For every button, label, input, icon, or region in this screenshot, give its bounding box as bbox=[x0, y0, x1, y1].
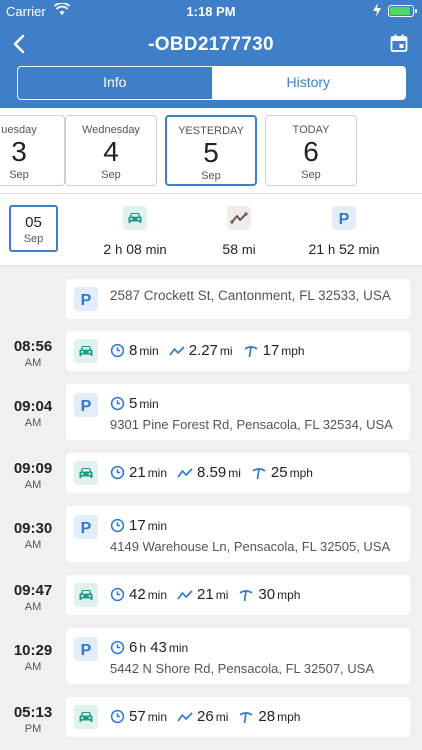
route-icon bbox=[177, 467, 193, 478]
parking-icon: P bbox=[74, 393, 98, 417]
parking-card[interactable]: P 2587 Crockett St, Cantonment, FL 32533… bbox=[66, 279, 410, 319]
drive-stats: 57 min 26 mi 28 mph bbox=[110, 708, 310, 725]
tab-bar: Info History bbox=[17, 66, 406, 100]
day-card-tuesday[interactable]: uesday 3 Sep bbox=[0, 115, 65, 186]
parking-card[interactable]: P 17 min 4149 Warehouse Ln, Pensacola, FL… bbox=[66, 506, 410, 562]
tab-info[interactable]: Info bbox=[18, 67, 212, 99]
summary-date-badge: 05 Sep bbox=[9, 205, 58, 252]
parking-icon: P bbox=[74, 637, 98, 661]
clock-icon bbox=[110, 396, 125, 411]
route-icon bbox=[169, 345, 185, 356]
page-title: -OBD2177730 bbox=[148, 34, 274, 55]
parking-card[interactable]: P 6h 43 min 5442 N Shore Rd, Pensacola, F… bbox=[66, 628, 410, 684]
clock-icon bbox=[110, 640, 125, 655]
speed-icon bbox=[244, 345, 258, 357]
drive-card[interactable]: 42 min 21 mi 30 mph bbox=[66, 575, 410, 615]
event-time: 08:56 AM bbox=[13, 338, 53, 369]
battery-icon bbox=[388, 5, 417, 17]
day-summary: 05 Sep 2 h 08 min 58 mi P 21 h 52 min bbox=[0, 194, 422, 266]
header-bar: Carrier 1:18 PM -OBD2177730 Info History bbox=[0, 0, 422, 108]
day-card-yesterday[interactable]: YESTERDAY 5 Sep bbox=[165, 115, 257, 186]
charging-icon bbox=[373, 3, 381, 17]
parking-icon: P bbox=[332, 206, 356, 230]
parking-card[interactable]: P 5 min 9301 Pine Forest Rd, Pensacola, F… bbox=[66, 384, 410, 440]
speed-icon bbox=[239, 711, 253, 723]
parking-icon: P bbox=[74, 515, 98, 539]
summary-distance: 58 mi bbox=[212, 206, 266, 257]
parking-duration: 17 min bbox=[110, 517, 177, 534]
drive-stats: 21 min 8.59 mi 25 mph bbox=[110, 464, 323, 481]
parking-duration: 6h 43 min bbox=[110, 639, 198, 656]
speed-icon bbox=[252, 467, 266, 479]
summary-parking-time: P 21 h 52 min bbox=[300, 206, 388, 257]
date-strip[interactable]: uesday 3 Sep Wednesday 4 Sep YESTERDAY 5… bbox=[0, 108, 422, 194]
calendar-icon[interactable] bbox=[390, 34, 408, 52]
event-time: 05:13 PM bbox=[13, 704, 53, 735]
parking-address: 5442 N Shore Rd, Pensacola, FL 32507, US… bbox=[110, 661, 375, 676]
summary-drive-time: 2 h 08 min bbox=[98, 206, 172, 257]
drive-card[interactable]: 8 min 2.27 mi 17 mph bbox=[66, 331, 410, 371]
route-icon bbox=[177, 589, 193, 600]
event-time: 09:30 AM bbox=[13, 520, 53, 551]
car-icon bbox=[74, 705, 98, 729]
clock-icon bbox=[110, 343, 125, 358]
parking-icon: P bbox=[74, 287, 98, 311]
svg-text:P: P bbox=[81, 398, 92, 415]
drive-stats: 42 min 21 mi 30 mph bbox=[110, 586, 310, 603]
svg-text:P: P bbox=[339, 211, 350, 228]
event-time: 09:04 AM bbox=[13, 398, 53, 429]
route-icon bbox=[177, 711, 193, 722]
event-time: 10:29 AM bbox=[13, 642, 53, 673]
clock-time: 1:18 PM bbox=[186, 4, 236, 19]
drive-card[interactable]: 57 min 26 mi 28 mph bbox=[66, 697, 410, 737]
drive-card[interactable]: 21 min 8.59 mi 25 mph bbox=[66, 453, 410, 493]
car-icon bbox=[74, 461, 98, 485]
parking-address: 2587 Crockett St, Cantonment, FL 32533, … bbox=[110, 288, 391, 303]
clock-icon bbox=[110, 465, 125, 480]
status-bar: Carrier 1:18 PM bbox=[0, 0, 422, 22]
svg-text:P: P bbox=[81, 292, 92, 309]
tab-history[interactable]: History bbox=[211, 67, 405, 99]
car-icon bbox=[123, 206, 147, 230]
parking-duration: 5 min bbox=[110, 395, 169, 412]
event-time: 09:47 AM bbox=[13, 582, 53, 613]
car-icon bbox=[74, 339, 98, 363]
speed-icon bbox=[239, 589, 253, 601]
clock-icon bbox=[110, 587, 125, 602]
drive-stats: 8 min 2.27 mi 17 mph bbox=[110, 342, 315, 359]
clock-icon bbox=[110, 518, 125, 533]
event-time: 09:09 AM bbox=[13, 460, 53, 491]
route-icon bbox=[227, 206, 251, 230]
day-card-today[interactable]: TODAY 6 Sep bbox=[265, 115, 357, 186]
day-card-wednesday[interactable]: Wednesday 4 Sep bbox=[65, 115, 157, 186]
car-icon bbox=[74, 583, 98, 607]
clock-icon bbox=[110, 709, 125, 724]
parking-address: 4149 Warehouse Ln, Pensacola, FL 32505, … bbox=[110, 539, 391, 554]
svg-text:P: P bbox=[81, 642, 92, 659]
svg-text:P: P bbox=[81, 520, 92, 537]
parking-address: 9301 Pine Forest Rd, Pensacola, FL 32534… bbox=[110, 417, 393, 432]
